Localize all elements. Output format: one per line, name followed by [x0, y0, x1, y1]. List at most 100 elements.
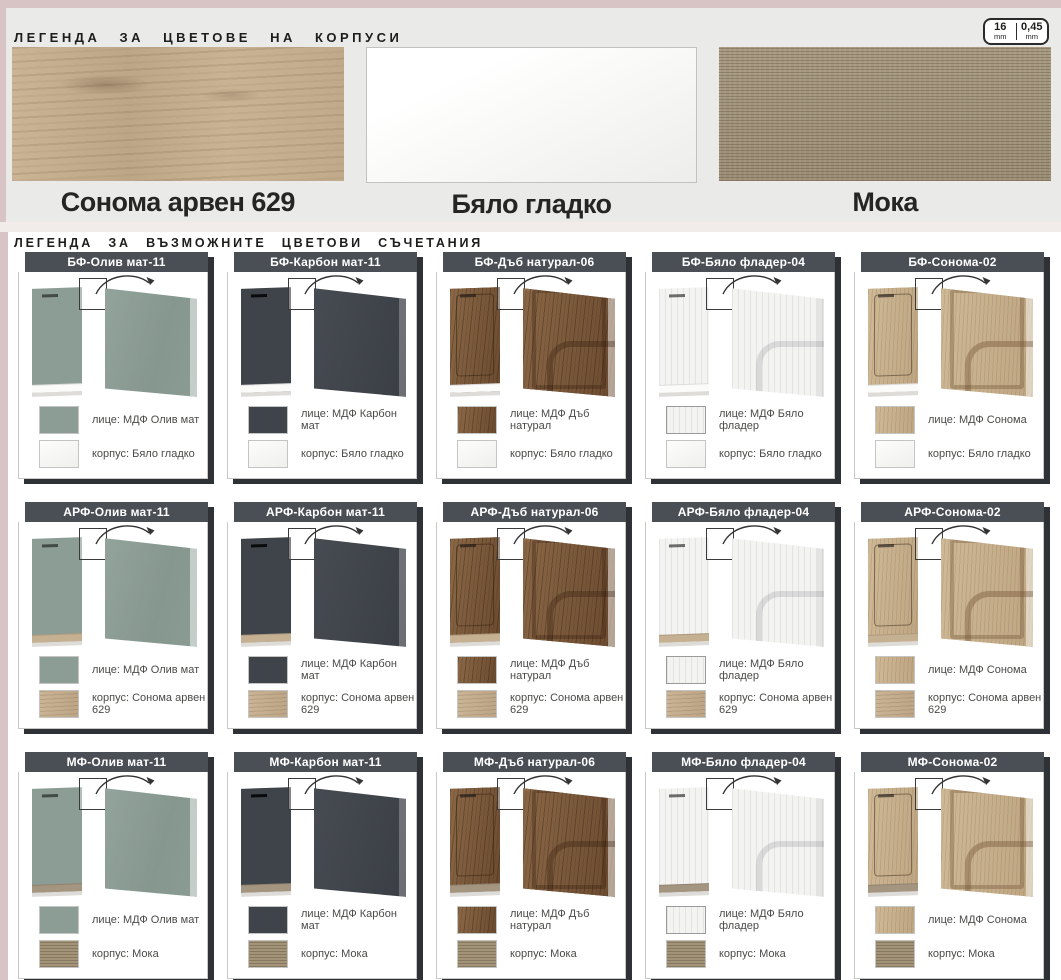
door-plinth [450, 383, 500, 393]
body-color-chip [666, 690, 706, 718]
combination-card-body: лице: МДФ Сонома корпус: Бяло гладко [854, 272, 1044, 479]
body-color-chip [875, 940, 915, 968]
door-arch-detail [547, 841, 621, 905]
door-arch-detail [756, 591, 830, 655]
combination-card-title: МФ-Сонома-02 [908, 755, 998, 769]
face-legend-row: лице: МДФ Сонома [875, 906, 1043, 934]
combination-card-body: лице: МДФ Дъб натурал корпус: Бяло гладк… [436, 272, 626, 479]
body-legend-row: корпус: Сонома арвен 629 [875, 690, 1043, 718]
combination-card: МФ-Дъб натурал-06 лице: [436, 752, 626, 980]
door-handle [460, 544, 476, 548]
combination-card: МФ-Олив мат-11 лице: МД [18, 752, 208, 980]
combination-card: АРФ-Карбон мат-11 лице: [227, 502, 417, 730]
door-plinth [659, 883, 709, 893]
face-label: лице: МДФ Сонома [928, 914, 1027, 926]
large-door-image [941, 530, 1033, 648]
door-illustration [228, 772, 416, 904]
body-color-chip [248, 940, 288, 968]
large-door-image [105, 280, 197, 398]
combination-card-body: лице: МДФ Бяло фладер корпус: Бяло гладк… [645, 272, 835, 479]
face-color-chip [248, 406, 288, 434]
door-illustration [437, 272, 625, 404]
swatch-caption: Сонома арвен 629 [12, 187, 344, 218]
combination-card-title: БФ-Бяло фладер-04 [682, 255, 805, 269]
face-label: лице: МДФ Бяло фладер [719, 408, 834, 432]
door-plinth [32, 383, 82, 393]
swatch-caption: Бяло гладко [366, 189, 698, 220]
large-door-image [732, 280, 824, 398]
face-label: лице: МДФ Карбон мат [301, 658, 416, 682]
door-plinth [450, 633, 500, 643]
door-plinth [659, 383, 709, 393]
combination-card: БФ-Дъб натурал-06 лице: [436, 252, 626, 480]
body-label: корпус: Мока [301, 948, 368, 960]
body-color-chip [457, 940, 497, 968]
face-label: лице: МДФ Олив мат [92, 914, 199, 926]
door-handle [42, 294, 58, 298]
face-label: лице: МДФ Бяло фладер [719, 908, 834, 932]
face-color-chip [457, 406, 497, 434]
body-color-chip [248, 440, 288, 468]
face-label: лице: МДФ Сонома [928, 414, 1027, 426]
body-label: корпус: Мока [928, 948, 995, 960]
face-legend-row: лице: МДФ Сонома [875, 406, 1043, 434]
carcass-swatch-byalo-gladko: Бяло гладко [366, 47, 698, 220]
large-door-image [523, 780, 615, 898]
body-label: корпус: Сонома арвен 629 [301, 692, 416, 716]
body-label: корпус: Мока [510, 948, 577, 960]
combination-card: МФ-Бяло фладер-04 лице: [645, 752, 835, 980]
body-legend-row: корпус: Мока [248, 940, 416, 968]
combination-card-body: лице: МДФ Сонома корпус: Сонома арвен 62… [854, 522, 1044, 729]
small-door-image [659, 287, 709, 393]
combination-card-title: МФ-Дъб натурал-06 [474, 755, 595, 769]
combination-card-body: лице: МДФ Олив мат корпус: Сонома арвен … [18, 522, 208, 729]
combination-card-body: лице: МДФ Дъб натурал корпус: Сонома арв… [436, 522, 626, 729]
combination-card-title: АРФ-Карбон мат-11 [266, 505, 385, 519]
sonoma-arven-swatch-image [12, 47, 344, 181]
combination-card-body: лице: МДФ Карбон мат корпус: Мока [227, 772, 417, 979]
face-color-chip [39, 906, 79, 934]
large-door-image [314, 530, 406, 648]
body-legend-row: корпус: Сонома арвен 629 [39, 690, 207, 718]
combination-card: МФ-Сонома-02 лице: МДФ [854, 752, 1044, 980]
face-color-chip [666, 406, 706, 434]
carcass-section-title: ЛЕГЕНДА ЗА ЦВЕТОВЕ НА КОРПУСИ [14, 30, 402, 45]
body-label: корпус: Сонома арвен 629 [928, 692, 1043, 716]
small-door-image [659, 787, 709, 893]
door-illustration [228, 272, 416, 404]
face-legend-row: лице: МДФ Олив мат [39, 406, 207, 434]
large-door-image [732, 780, 824, 898]
moka-swatch-image [719, 47, 1051, 181]
body-color-chip [39, 690, 79, 718]
combination-card-title: АРФ-Дъб натурал-06 [471, 505, 599, 519]
door-arch-detail [965, 841, 1039, 905]
carcass-swatch-row: Сонома арвен 629 Бяло гладко Мока [12, 47, 1051, 220]
body-legend-row: корпус: Мока [875, 940, 1043, 968]
door-illustration [646, 522, 834, 654]
body-legend-row: корпус: Бяло гладко [248, 440, 416, 468]
small-door-image [450, 537, 500, 643]
face-legend-row: лице: МДФ Олив мат [39, 906, 207, 934]
combination-card-body: лице: МДФ Олив мат корпус: Бяло гладко [18, 272, 208, 479]
board-thickness: 16 mm [985, 22, 1016, 41]
door-handle [669, 544, 685, 548]
combination-card-title: МФ-Олив мат-11 [67, 755, 167, 769]
door-illustration [19, 272, 207, 404]
body-legend-row: корпус: Мока [457, 940, 625, 968]
door-arch-detail [965, 341, 1039, 405]
door-illustration [646, 272, 834, 404]
combination-card-title: АРФ-Олив мат-11 [63, 505, 170, 519]
small-door-image [659, 537, 709, 643]
combination-card-body: лице: МДФ Дъб натурал корпус: Мока [436, 772, 626, 979]
door-arch-detail [547, 591, 621, 655]
door-plinth [241, 883, 291, 893]
face-legend-row: лице: МДФ Карбон мат [248, 656, 416, 684]
door-illustration [19, 772, 207, 904]
small-door-image [241, 787, 291, 893]
door-handle [878, 294, 894, 298]
face-label: лице: МДФ Дъб натурал [510, 908, 625, 932]
small-door-image [450, 787, 500, 893]
body-color-chip [457, 690, 497, 718]
body-color-chip [248, 690, 288, 718]
body-legend-row: корпус: Бяло гладко [39, 440, 207, 468]
